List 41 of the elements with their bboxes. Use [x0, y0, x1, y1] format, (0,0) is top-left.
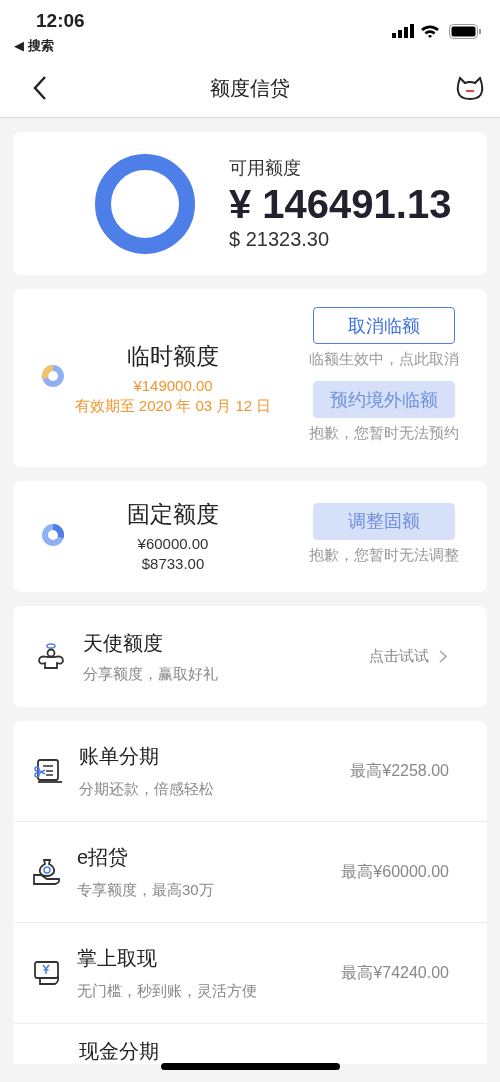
- available-credit-usd: $ 21323.30: [229, 228, 331, 251]
- cat-face-icon[interactable]: [456, 74, 484, 102]
- page-title: 额度信贷: [210, 76, 290, 101]
- back-to-search-link[interactable]: ◀ 搜索: [14, 37, 54, 55]
- product-subtitle: 分期还款，倍感轻松: [79, 780, 215, 799]
- action-hint: 抱歉，您暂时无法调整: [309, 545, 459, 565]
- quota-amount: ¥149000.00: [133, 375, 213, 396]
- quota-title: 固定额度: [127, 500, 219, 529]
- available-credit-label: 可用额度: [229, 157, 302, 180]
- angel-icon: [37, 642, 65, 671]
- product-title: 账单分期: [79, 744, 160, 769]
- quota-detail: $8733.00: [141, 554, 205, 574]
- quota-title: 临时额度: [127, 341, 219, 371]
- battery-icon: [449, 24, 482, 39]
- action-hint: 临额生效中，点此取消: [309, 350, 459, 369]
- chevron-right-icon: [439, 650, 447, 663]
- promo-title: 天使额度: [83, 630, 164, 656]
- product-limit: 最高¥2258.00: [350, 760, 449, 781]
- status-time: 12:06: [36, 10, 85, 32]
- try-it-link[interactable]: 点击试试: [369, 647, 447, 666]
- hand-money-bag-icon: [33, 858, 61, 886]
- donut-ring-icon: [95, 153, 195, 254]
- hand-yuan-card-icon: [33, 959, 61, 987]
- quota-amount: ¥60000.00: [137, 534, 209, 554]
- promo-subtitle: 分享额度，赢取好礼: [83, 664, 219, 684]
- quota-action-button[interactable]: 取消临额: [313, 307, 455, 344]
- product-title: e招贷: [77, 845, 130, 870]
- donut-chart-icon: [41, 522, 65, 547]
- product-title: 现金分期: [79, 1039, 159, 1064]
- product-title: 掌上取现: [77, 946, 158, 971]
- product-limit: 最高¥74240.00: [341, 962, 449, 983]
- action-hint: 抱歉，您暂时无法预约: [309, 424, 459, 443]
- scissors-bill-icon: [33, 757, 63, 785]
- available-credit-amount: ¥ 146491.13: [229, 181, 452, 228]
- signal-icon: [392, 24, 415, 38]
- product-subtitle: 无门槛，秒到账，灵活方便: [77, 982, 258, 1001]
- product-subtitle: 专享额度，最高30万: [77, 881, 215, 900]
- donut-chart-icon: [41, 364, 65, 388]
- product-limit: 最高¥60000.00: [341, 861, 449, 882]
- wifi-icon: [420, 24, 440, 39]
- quota-detail: 有效期至 2020 年 03 月 12 日: [74, 395, 272, 416]
